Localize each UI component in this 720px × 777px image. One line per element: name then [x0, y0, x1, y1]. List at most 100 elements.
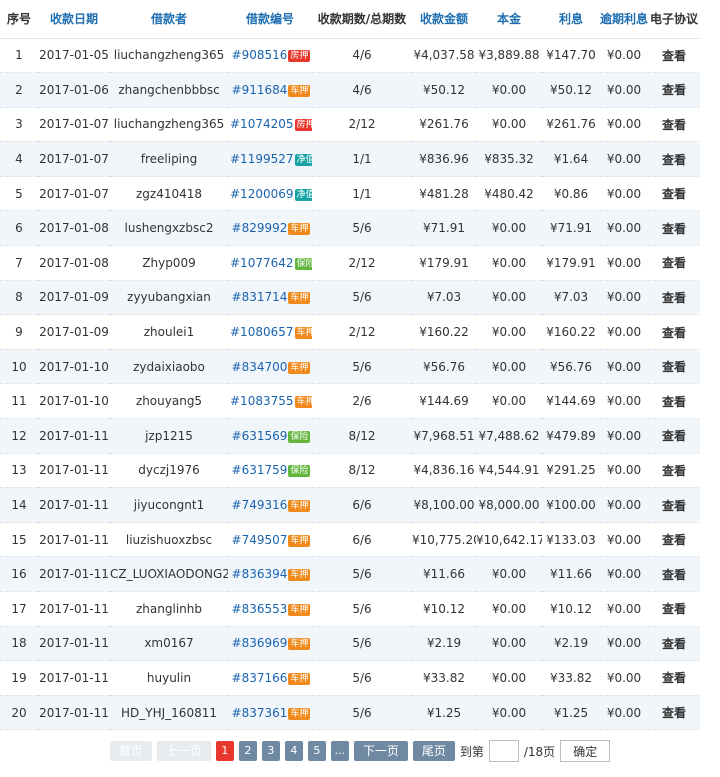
row-loan-code-link[interactable]: #836553	[232, 602, 288, 616]
row-overdue-interest: ¥0.00	[600, 383, 648, 420]
row-loan-code-link[interactable]: #749507	[232, 533, 288, 547]
row-view-contract-link[interactable]: 查看	[648, 556, 700, 592]
page-button-5[interactable]: 5	[307, 741, 326, 761]
row-loan-type-badge: 车押	[288, 292, 311, 305]
table-row: 8 2017-01-09 zyyubangxian #831714 车押 5/6 ¥7.03…	[0, 280, 700, 316]
goto-page-input[interactable]	[488, 740, 519, 762]
row-borrower-link[interactable]: liuchangzheng365	[110, 107, 228, 143]
row-loan-code-link[interactable]: #1199527	[230, 152, 294, 166]
page-ellipsis[interactable]: ...	[330, 741, 349, 761]
row-borrower-link[interactable]: zhouyang5	[110, 383, 228, 420]
row-borrower-link[interactable]: zhanglinhb	[110, 591, 228, 627]
row-view-contract-link[interactable]: 查看	[648, 176, 700, 212]
row-loan-code: #1074205房押	[228, 107, 312, 143]
row-date: 2017-01-08	[38, 210, 110, 247]
row-borrower-link[interactable]: liuzishuoxzbsc	[110, 522, 228, 558]
row-borrower-link[interactable]: Zhyp009	[110, 245, 228, 281]
row-principal: ¥0.00	[476, 107, 542, 143]
col-header-principal[interactable]: 本金	[476, 0, 542, 39]
row-borrower-link[interactable]: zyyubangxian	[110, 280, 228, 316]
row-interest: ¥0.86	[542, 176, 600, 212]
row-loan-type-badge: 房押	[288, 50, 311, 63]
row-view-contract-link[interactable]: 查看	[648, 695, 700, 731]
row-view-contract-link[interactable]: 查看	[648, 453, 700, 489]
row-loan-code-link[interactable]: #1074205	[230, 117, 294, 131]
row-borrower-link[interactable]: lushengxzbsc2	[110, 210, 228, 247]
row-view-contract-link[interactable]: 查看	[648, 349, 700, 385]
row-loan-code-link[interactable]: #836969	[232, 636, 288, 650]
row-borrower-link[interactable]: freeliping	[110, 141, 228, 177]
col-header-amount[interactable]: 收款金额	[412, 0, 476, 39]
row-number: 17	[0, 591, 38, 627]
row-borrower-link[interactable]: jiyucongnt1	[110, 487, 228, 523]
row-interest: ¥2.19	[542, 626, 600, 662]
row-loan-code-link[interactable]: #631759	[232, 463, 288, 477]
page-button-1[interactable]: 1	[215, 741, 234, 761]
row-date: 2017-01-06	[38, 72, 110, 108]
row-borrower-link[interactable]: zhangchenbbbsc	[110, 72, 228, 108]
page-button-3[interactable]: 3	[261, 741, 280, 761]
row-borrower-link[interactable]: xm0167	[110, 626, 228, 662]
row-overdue-interest: ¥0.00	[600, 453, 648, 489]
row-view-contract-link[interactable]: 查看	[648, 487, 700, 523]
row-view-contract-link[interactable]: 查看	[648, 210, 700, 247]
page-button-2[interactable]: 2	[238, 741, 257, 761]
col-header-date[interactable]: 收款日期	[38, 0, 110, 39]
col-header-overdue[interactable]: 逾期利息	[600, 0, 648, 39]
row-loan-type-badge: 车押	[288, 534, 311, 547]
prev-page-button[interactable]: 上一页	[156, 741, 211, 761]
row-borrower-link[interactable]: CZ_LUOXIAODONG2	[110, 556, 228, 592]
row-borrower-link[interactable]: zhoulei1	[110, 314, 228, 350]
row-view-contract-link[interactable]: 查看	[648, 72, 700, 108]
col-header-period: 收款期数/总期数	[312, 0, 412, 39]
row-interest: ¥133.03	[542, 522, 600, 558]
row-view-contract-link[interactable]: 查看	[648, 626, 700, 662]
row-loan-code-link[interactable]: #837166	[232, 671, 288, 685]
last-page-button[interactable]: 尾页	[412, 741, 455, 761]
row-amount: ¥2.19	[412, 626, 476, 662]
row-loan-code-link[interactable]: #908516	[232, 48, 288, 62]
row-view-contract-link[interactable]: 查看	[648, 107, 700, 143]
row-view-contract-link[interactable]: 查看	[648, 280, 700, 316]
row-view-contract-link[interactable]: 查看	[648, 314, 700, 350]
row-loan-code-link[interactable]: #749316	[232, 498, 288, 512]
row-period: 5/6	[312, 210, 412, 247]
row-loan-code-link[interactable]: #831714	[232, 290, 288, 304]
row-view-contract-link[interactable]: 查看	[648, 141, 700, 177]
row-view-contract-link[interactable]: 查看	[648, 591, 700, 627]
first-page-button[interactable]: 首页	[109, 741, 152, 761]
row-loan-code-link[interactable]: #834700	[232, 360, 288, 374]
row-loan-code-link[interactable]: #836394	[232, 567, 288, 581]
row-borrower-link[interactable]: HD_YHJ_160811	[110, 695, 228, 731]
row-view-contract-link[interactable]: 查看	[648, 383, 700, 420]
row-loan-code-link[interactable]: #837361	[232, 706, 288, 720]
col-header-interest[interactable]: 利息	[542, 0, 600, 39]
row-loan-code-link[interactable]: #1077642	[230, 256, 294, 270]
row-borrower-link[interactable]: liuchangzheng365	[110, 38, 228, 74]
row-view-contract-link[interactable]: 查看	[648, 418, 700, 454]
row-view-contract-link[interactable]: 查看	[648, 38, 700, 74]
row-view-contract-link[interactable]: 查看	[648, 245, 700, 281]
next-page-button[interactable]: 下一页	[353, 741, 408, 761]
table-row: 17 2017-01-11 zhanglinhb #836553 车押 5/6 ¥10.12…	[0, 591, 700, 627]
row-number: 18	[0, 626, 38, 662]
row-amount: ¥71.91	[412, 210, 476, 247]
row-borrower-link[interactable]: huyulin	[110, 660, 228, 696]
row-loan-code-link[interactable]: #1083755	[230, 394, 294, 408]
row-borrower-link[interactable]: jzp1215	[110, 418, 228, 454]
row-view-contract-link[interactable]: 查看	[648, 522, 700, 558]
goto-confirm-button[interactable]: 确定	[560, 740, 611, 762]
row-borrower-link[interactable]: dyczj1976	[110, 453, 228, 489]
col-header-contract: 电子协议	[648, 0, 700, 39]
table-row: 18 2017-01-11 xm0167 #836969 车押 5/6 ¥2.19 ¥0.00…	[0, 626, 700, 662]
row-loan-code-link[interactable]: #631569	[232, 429, 288, 443]
row-borrower-link[interactable]: zgz410418	[110, 176, 228, 212]
row-loan-code-link[interactable]: #1200069	[230, 187, 294, 201]
row-loan-code-link[interactable]: #911684	[232, 83, 288, 97]
row-period: 2/12	[312, 314, 412, 350]
row-view-contract-link[interactable]: 查看	[648, 660, 700, 696]
row-borrower-link[interactable]: zydaixiaobo	[110, 349, 228, 385]
row-loan-code-link[interactable]: #1080657	[230, 325, 294, 339]
row-loan-code-link[interactable]: #829992	[232, 221, 288, 235]
page-button-4[interactable]: 4	[284, 741, 303, 761]
